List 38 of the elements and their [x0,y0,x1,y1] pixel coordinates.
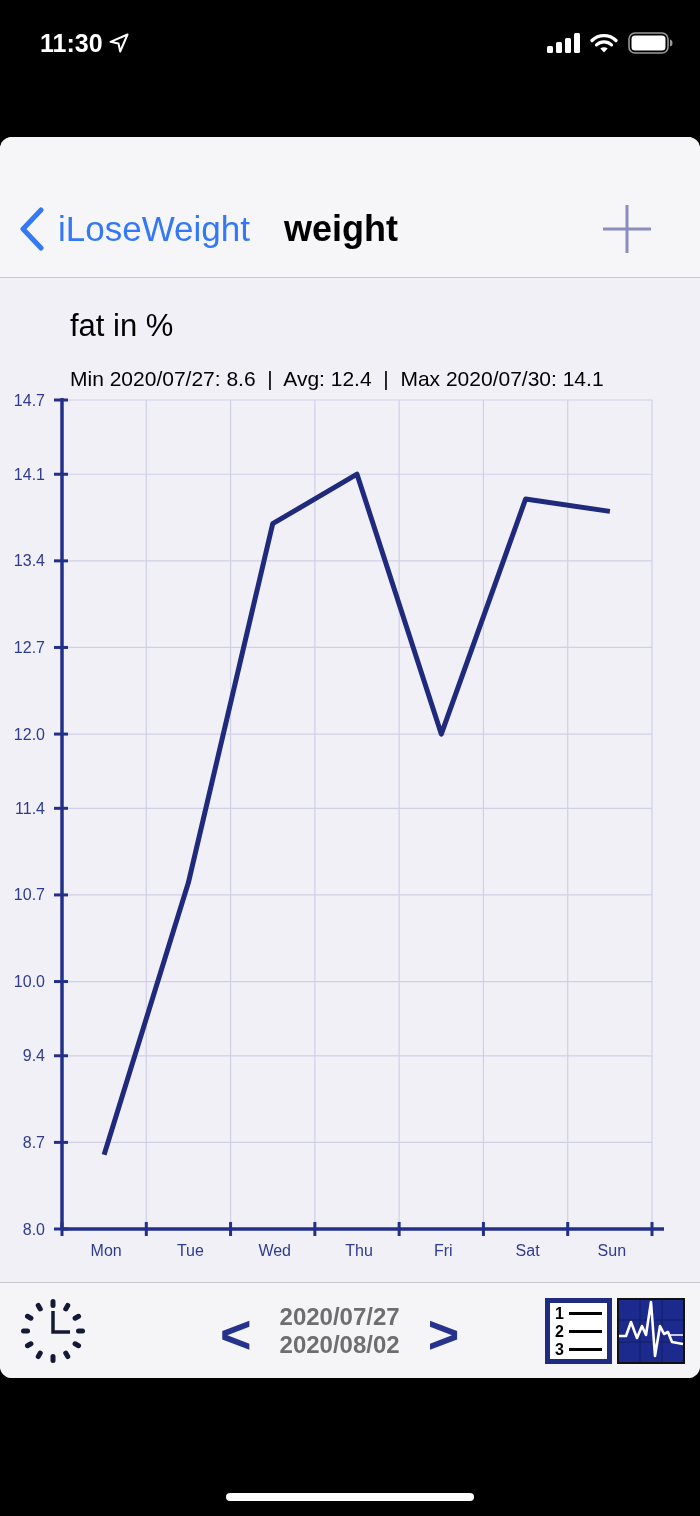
y-tick-label: 11.4 [15,799,45,817]
y-tick-label: 14.7 [13,391,45,409]
signal-icon [547,33,580,53]
y-tick-label: 10.0 [13,973,45,991]
chart-view-button[interactable] [617,1297,685,1364]
x-tick-label: Wed [258,1241,291,1259]
pulse-chart-icon [617,1297,685,1364]
back-button[interactable]: iLoseWeight [18,207,250,251]
y-tick-label: 9.4 [22,1047,45,1065]
y-tick-label: 8.7 [22,1133,45,1151]
y-tick-label: 13.4 [13,552,45,570]
y-tick-label: 12.7 [13,638,45,656]
x-tick-label: Fri [433,1241,453,1259]
y-tick-label: 14.1 [13,465,45,483]
x-tick-label: Thu [345,1241,373,1259]
x-tick-label: Sun [597,1241,627,1259]
wifi-icon [590,33,618,53]
y-tick-label: 10.7 [13,886,45,904]
x-tick-label: Mon [90,1241,122,1259]
chart-title: fat in % [70,308,174,344]
next-week-button[interactable]: > [427,1306,460,1361]
end-date: 2020/08/02 [279,1330,400,1359]
stats-summary: Min 2020/07/27: 8.6 | Avg: 12.4 | Max 2020/07/30: 14.1 [70,367,604,391]
x-tick-label: Tue [176,1241,204,1259]
screen-title: weight [284,208,398,250]
previous-week-button[interactable]: < [220,1306,252,1361]
status-time: 11:30 [40,28,103,58]
battery-icon [628,32,673,54]
clock-icon[interactable] [20,1297,86,1364]
plus-icon [602,204,652,254]
x-tick-label: Sat [515,1241,540,1259]
chevron-left-icon [18,207,46,251]
location-arrow-icon [108,33,129,53]
y-tick-label: 8.0 [22,1220,45,1238]
y-tick-label: 12.0 [13,725,45,743]
list-view-button[interactable]: 1 2 3 [545,1297,612,1364]
start-date: 2020/07/27 [279,1302,400,1331]
add-button[interactable] [602,204,652,254]
